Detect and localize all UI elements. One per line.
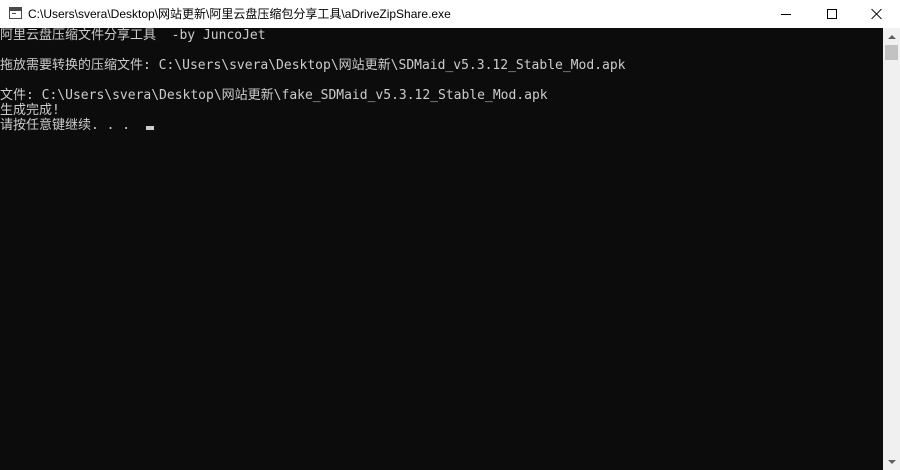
- text-cursor: [146, 126, 154, 130]
- title-bar[interactable]: C:\Users\svera\Desktop\网站更新\阿里云盘压缩包分享工具\…: [0, 0, 900, 28]
- scroll-up-button[interactable]: [883, 28, 900, 45]
- console-line-header: 阿里云盘压缩文件分享工具 -by JuncoJet: [0, 28, 266, 43]
- console-output[interactable]: 阿里云盘压缩文件分享工具 -by JuncoJet 拖放需要转换的压缩文件: C…: [0, 28, 883, 470]
- console-window: C:\Users\svera\Desktop\网站更新\阿里云盘压缩包分享工具\…: [0, 0, 900, 470]
- scrollbar-thumb[interactable]: [885, 45, 898, 60]
- console-line-output-file: 文件: C:\Users\svera\Desktop\网站更新\fake_SDM…: [0, 88, 548, 103]
- window-title: C:\Users\svera\Desktop\网站更新\阿里云盘压缩包分享工具\…: [28, 7, 451, 21]
- maximize-button[interactable]: [809, 0, 855, 28]
- console-line-prompt: 拖放需要转换的压缩文件: C:\Users\svera\Desktop\网站更新…: [0, 58, 626, 73]
- chevron-down-icon: [887, 459, 896, 464]
- console-line-continue: 请按任意键继续. . .: [0, 118, 131, 133]
- close-icon: [871, 8, 883, 20]
- close-button[interactable]: [854, 0, 900, 28]
- console-line-complete: 生成完成!: [0, 103, 60, 118]
- scroll-down-button[interactable]: [883, 453, 900, 470]
- vertical-scrollbar[interactable]: [883, 28, 900, 470]
- minimize-button[interactable]: [763, 0, 809, 28]
- console-app-icon[interactable]: [9, 7, 22, 19]
- maximize-icon: [827, 9, 837, 19]
- chevron-up-icon: [887, 34, 896, 39]
- minimize-icon: [781, 13, 791, 15]
